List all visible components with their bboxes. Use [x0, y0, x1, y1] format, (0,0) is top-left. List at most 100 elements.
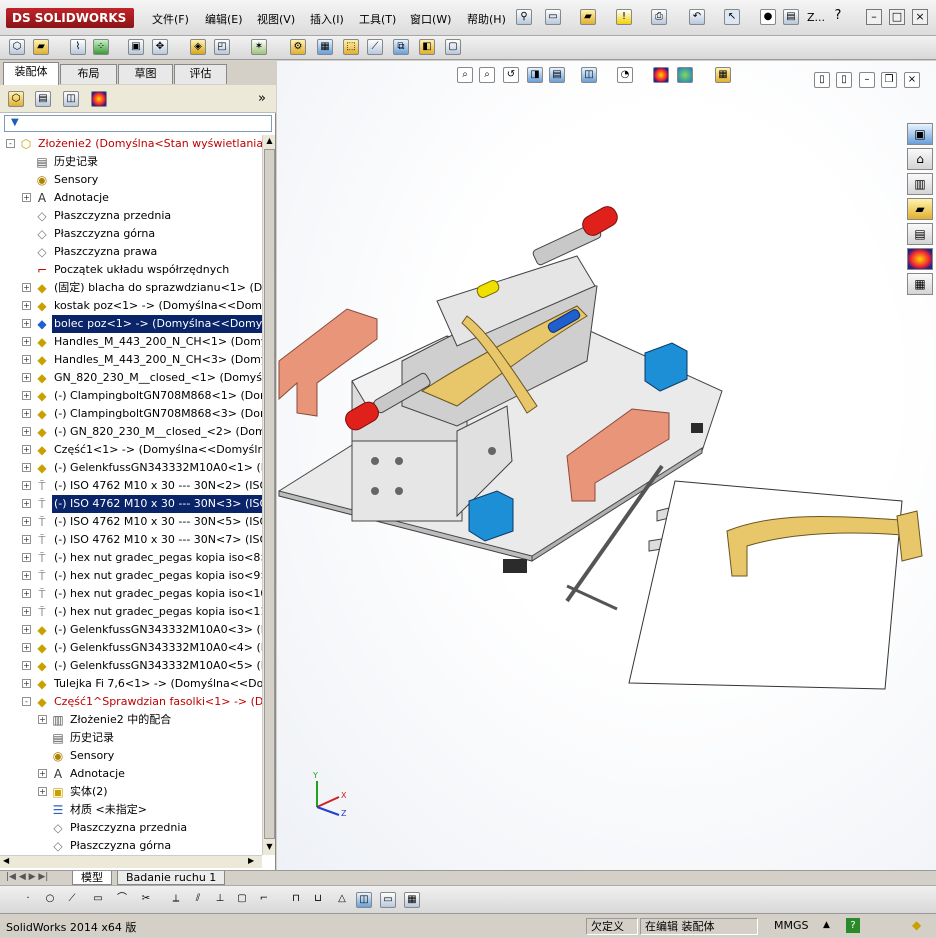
linear-pattern-icon[interactable]: ⁘ — [93, 39, 109, 55]
trim-icon[interactable]: ✂ — [138, 892, 154, 908]
solidworks-logo[interactable]: DS SOLIDWORKS — [6, 8, 134, 28]
tab-motion-study[interactable]: Badanie ruchu 1 — [117, 871, 226, 885]
new-motion-study-icon[interactable]: ⚙ — [290, 39, 306, 55]
menu-help[interactable]: 帮助(H) — [467, 11, 506, 27]
expand-icon[interactable]: + — [22, 553, 31, 562]
tab-nav-arrows[interactable]: |◀ ◀ ▶ ▶| — [6, 872, 48, 882]
expand-icon[interactable]: + — [22, 427, 31, 436]
expand-icon[interactable]: + — [22, 391, 31, 400]
expand-icon[interactable]: + — [22, 409, 31, 418]
move-component-icon[interactable]: ✥ — [152, 39, 168, 55]
expand-icon[interactable]: + — [22, 355, 31, 364]
tree-node[interactable]: + ⍑ (-) ISO 4762 M10 x 30 --- 30N<3> (ISO … — [0, 495, 262, 513]
open-folder-icon[interactable]: ▰ — [580, 9, 596, 25]
convert-entities-icon[interactable]: ⊥ — [212, 892, 228, 908]
expand-icon[interactable]: + — [22, 661, 31, 670]
hidden-lines-icon[interactable]: ▭ — [380, 892, 396, 908]
print-icon[interactable]: ⎙ — [651, 9, 667, 25]
help-icon[interactable]: ? — [830, 9, 846, 25]
tree-node[interactable]: + ◆ (-) ClampingboltGN708M868<1> (Domyślna… — [0, 387, 262, 405]
menu-file[interactable]: 文件(F) — [152, 11, 189, 27]
instant3d-icon[interactable]: ◧ — [419, 39, 435, 55]
expand-icon[interactable]: + — [22, 283, 31, 292]
filter-icon[interactable]: ▼ — [11, 117, 19, 128]
tab-model[interactable]: 模型 — [72, 871, 112, 885]
display-manager-tab-icon[interactable] — [91, 91, 107, 107]
rebuild-warning-icon[interactable]: ! — [616, 9, 632, 25]
expand-icon[interactable]: + — [38, 715, 47, 724]
undo-icon[interactable]: ↶ — [689, 9, 705, 25]
menu-window[interactable]: 窗口(W) — [410, 11, 451, 27]
appearances-icon[interactable] — [907, 248, 933, 270]
tree-node[interactable]: + ◆ (-) GelenkfussGN343332M10A0<4> (Domyśl… — [0, 639, 262, 657]
new-document-icon[interactable]: ▭ — [545, 9, 561, 25]
assembly-component-icon[interactable]: ⬡ — [9, 39, 25, 55]
expand-icon[interactable]: + — [22, 625, 31, 634]
tree-node[interactable]: + ⍑ (-) hex nut gradec_pegas kopia iso<10>… — [0, 585, 262, 603]
assembly-model-render[interactable] — [277, 61, 936, 870]
display-relations-icon[interactable]: ⌐ — [256, 892, 272, 908]
tree-node[interactable]: + ▥ Złożenie2 中的配合 — [0, 711, 262, 729]
expand-icon[interactable]: + — [22, 337, 31, 346]
feature-manager-tab-icon[interactable]: ⬡ — [8, 91, 24, 107]
explode-line-sketch-icon[interactable]: ⟋ — [367, 39, 383, 55]
tree-node[interactable]: ⌐ Początek układu współrzędnych — [0, 261, 262, 279]
search-commands[interactable]: Z... — [807, 11, 825, 24]
rectangle-icon[interactable]: ▭ — [90, 892, 106, 908]
scroll-up-icon[interactable]: ▲ — [264, 136, 275, 147]
scroll-down-icon[interactable]: ▼ — [264, 842, 275, 853]
expand-panel-icon[interactable]: » — [258, 91, 266, 106]
expand-icon[interactable]: + — [22, 643, 31, 652]
measure-icon[interactable]: △ — [334, 892, 350, 908]
tag-icon[interactable]: ◆ — [912, 918, 921, 932]
tree-filter-input[interactable]: ▼ — [4, 115, 272, 132]
tree-node[interactable]: + ▣ 实体(2) — [0, 783, 262, 801]
help-status-icon[interactable]: ? — [846, 918, 860, 933]
options-icon[interactable]: ▤ — [783, 9, 799, 25]
tree-node[interactable]: + ⍑ (-) ISO 4762 M10 x 30 --- 30N<5> (ISO … — [0, 513, 262, 531]
scrollbar-thumb[interactable] — [264, 149, 275, 839]
tab-layout[interactable]: 布局 — [60, 64, 117, 84]
traffic-light-icon[interactable]: ● — [760, 9, 776, 25]
tree-node[interactable]: + ◆ Handles_M_443_200_N_CH<1> (Domyślna< — [0, 333, 262, 351]
circle-icon[interactable]: ○ — [42, 892, 58, 908]
expand-icon[interactable]: + — [22, 607, 31, 616]
expand-icon[interactable]: + — [22, 481, 31, 490]
tree-horizontal-scrollbar[interactable]: ◀ ▶ — [0, 855, 262, 868]
show-hidden-icon[interactable]: ◈ — [190, 39, 206, 55]
collapse-icon[interactable]: - — [6, 139, 15, 148]
menu-view[interactable]: 视图(V) — [257, 11, 295, 27]
pin-icon[interactable]: ⚲ — [516, 9, 532, 25]
expand-icon[interactable]: + — [22, 319, 31, 328]
smart-dimension-icon[interactable]: ⊓ — [288, 892, 304, 908]
expand-icon[interactable]: + — [22, 373, 31, 382]
sketch-pattern-icon[interactable]: ▢ — [234, 892, 250, 908]
table-icon[interactable]: ▦ — [404, 892, 420, 908]
reference-geometry-icon[interactable]: ✶ — [251, 39, 267, 55]
dimension-icon[interactable]: ⊔ — [310, 892, 326, 908]
tree-node[interactable]: + ◆ Część1<1> -> (Domyślna<<Domyślna>_Sta — [0, 441, 262, 459]
tree-node[interactable]: ▤ 历史记录 — [0, 153, 262, 171]
expand-icon[interactable]: + — [22, 517, 31, 526]
arc-icon[interactable]: ⌒ — [114, 892, 130, 908]
tree-vertical-scrollbar[interactable]: ▲ ▼ — [262, 135, 275, 855]
tree-node[interactable]: + ⍑ (-) ISO 4762 M10 x 30 --- 30N<2> (ISO … — [0, 477, 262, 495]
tab-assembly[interactable]: 装配体 — [3, 62, 59, 85]
exploded-view-icon[interactable]: ⬚ — [343, 39, 359, 55]
tree-node[interactable]: + ◆ (-) GelenkfussGN343332M10A0<3> (Domyśl… — [0, 621, 262, 639]
scroll-left-icon[interactable]: ◀ — [3, 856, 9, 865]
assembly-features-icon[interactable]: ◰ — [214, 39, 230, 55]
mirror-icon[interactable]: ⟂ — [168, 892, 184, 908]
large-assembly-icon[interactable]: ▢ — [445, 39, 461, 55]
expand-icon[interactable]: + — [22, 535, 31, 544]
tab-evaluate[interactable]: 评估 — [174, 64, 227, 84]
minimize-icon[interactable]: – — [866, 9, 882, 25]
tree-node[interactable]: + ◆ (-) ClampingboltGN708M868<3> (Domyślna… — [0, 405, 262, 423]
view-palette-icon[interactable]: ▤ — [907, 223, 933, 245]
tree-node[interactable]: + ⍑ (-) hex nut gradec_pegas kopia iso<11>… — [0, 603, 262, 621]
bill-of-materials-icon[interactable]: ▦ — [317, 39, 333, 55]
expand-icon[interactable]: + — [22, 679, 31, 688]
tree-node[interactable]: + ◆ (固定) blacha do sprazwdzianu<1> (Domyśl… — [0, 279, 262, 297]
solidworks-resources-icon[interactable]: ▣ — [907, 123, 933, 145]
tree-node[interactable]: + ◆ GN_820_230_M__closed_<1> (Domyślna<St — [0, 369, 262, 387]
